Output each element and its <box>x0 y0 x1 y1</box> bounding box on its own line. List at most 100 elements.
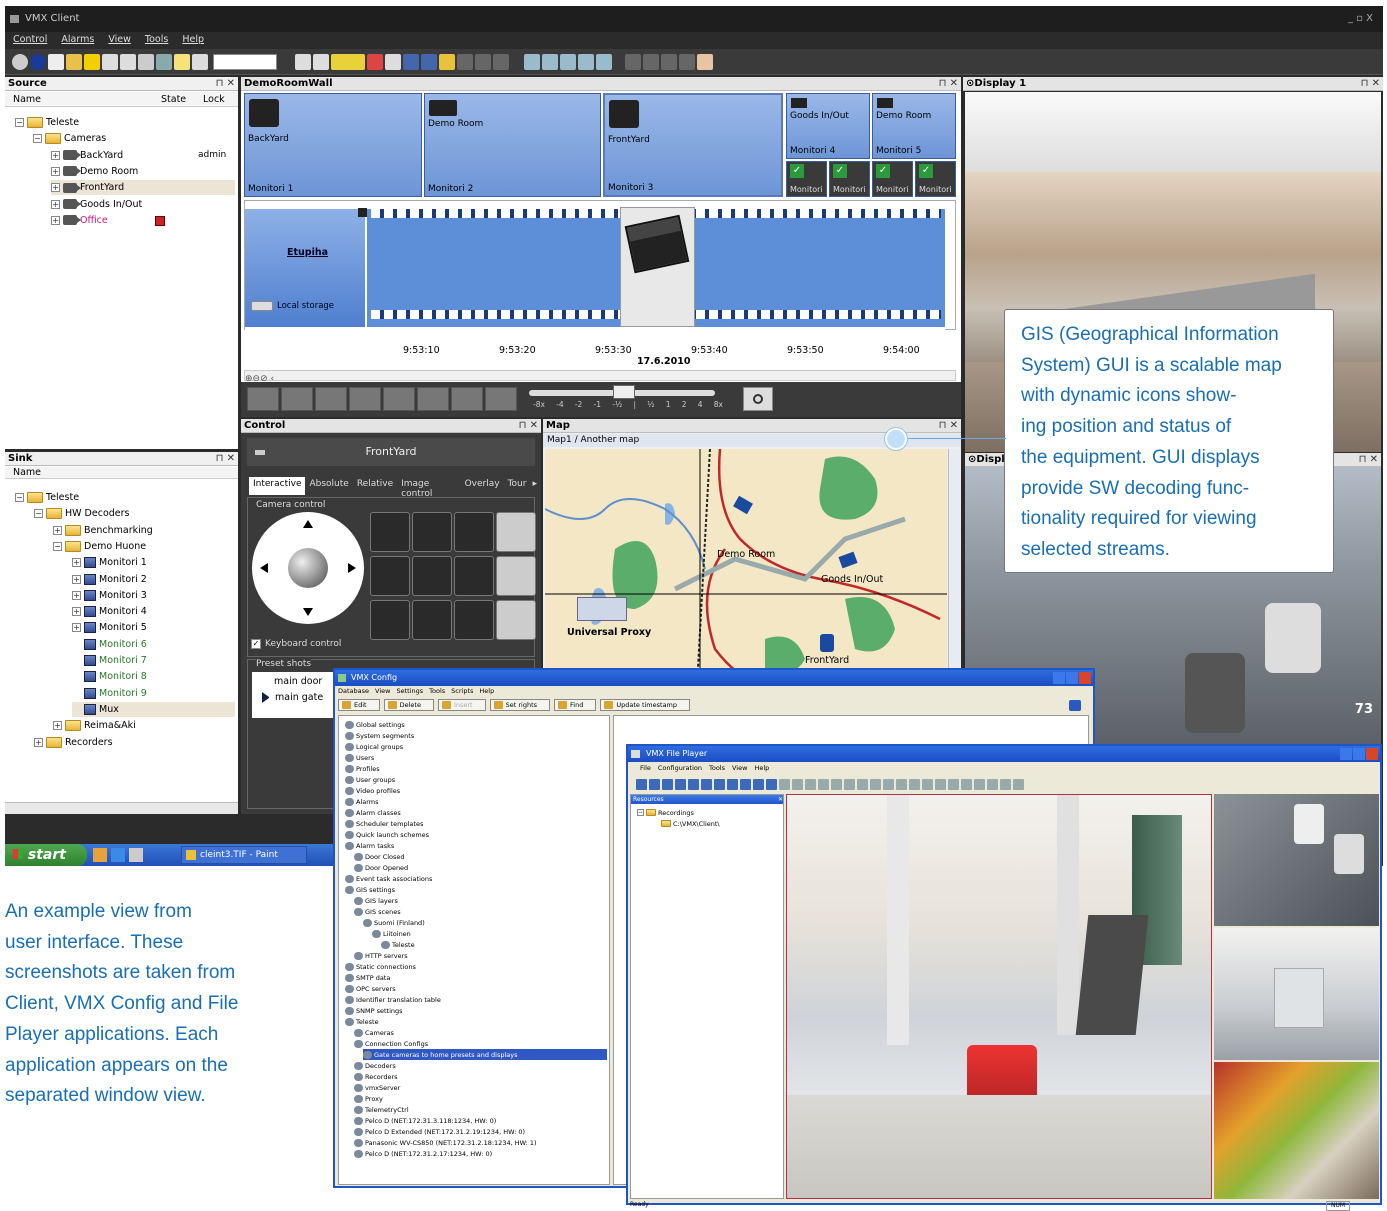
player-toolbar-icon[interactable] <box>662 778 673 790</box>
toolbar-tools-icon[interactable] <box>66 53 82 70</box>
config-help-icon[interactable] <box>1069 700 1081 711</box>
wall-mini-tile[interactable]: ✓ Monitori <box>872 161 913 197</box>
config-tree-item[interactable]: Pelco D (NET:172.31.2.17:1234, HW: 0) <box>354 1148 492 1159</box>
proxy-server-icon[interactable] <box>577 597 627 621</box>
play-fast-icon[interactable] <box>451 387 483 411</box>
sink-hscroll[interactable] <box>5 802 238 814</box>
config-tree-item[interactable]: GIS settings <box>345 884 395 895</box>
tab-interactive[interactable]: Interactive <box>249 477 306 495</box>
toolbar-alarm-icon[interactable] <box>84 53 100 70</box>
config-menu-view[interactable]: View <box>375 687 390 698</box>
collapse-icon[interactable]: − <box>15 493 24 502</box>
tree-item[interactable]: − Teleste <box>15 115 79 130</box>
keyboard-control[interactable]: ✓ Keyboard control <box>251 639 341 649</box>
hand-icon[interactable] <box>439 53 455 70</box>
wall-mini-tile[interactable]: ✓ Monitori <box>915 161 956 197</box>
player-toolbar-icon[interactable] <box>870 778 881 790</box>
preset-item[interactable]: main gate <box>262 692 323 703</box>
config-menu-help[interactable]: Help <box>479 687 494 698</box>
pin-close-icon[interactable]: ⊓ ✕ <box>519 419 538 432</box>
pin-close-icon[interactable]: ⊓ ✕ <box>216 452 235 465</box>
tree-item[interactable]: + Demo Room <box>51 164 138 179</box>
config-tree-item[interactable]: Pelco D (NET:172.31.3.118:1234, HW: 0) <box>354 1115 496 1126</box>
map-ptz-icon[interactable] <box>820 634 834 652</box>
col-name[interactable]: Name <box>13 92 41 107</box>
player-toolbar-icon[interactable] <box>948 778 959 790</box>
config-delete-button[interactable]: Delete <box>383 699 434 711</box>
tab-relative[interactable]: Relative <box>353 477 397 495</box>
stop-icon[interactable] <box>349 387 381 411</box>
lasso-icon[interactable] <box>475 53 491 70</box>
config-tree-item[interactable]: Logical groups <box>345 741 403 752</box>
collapse-icon[interactable] <box>358 208 367 217</box>
config-find-button[interactable]: Find <box>554 699 597 711</box>
expand-icon[interactable]: + <box>51 199 60 209</box>
toolbar-globe-icon[interactable] <box>30 53 46 70</box>
tree-item[interactable]: − HW Decoders <box>34 506 129 521</box>
config-tree-item[interactable]: Cameras <box>354 1027 394 1038</box>
config-menu-database[interactable]: Database <box>338 687 369 698</box>
tree-item[interactable]: Monitori 8 <box>72 669 147 684</box>
pin-close-icon[interactable]: ⊓ ✕ <box>1361 77 1380 90</box>
player-menu-tools[interactable]: Tools <box>709 764 725 775</box>
pin-close-icon[interactable]: ⊓ ✕ <box>939 419 958 432</box>
player-menu-configuration[interactable]: Configuration <box>658 764 702 775</box>
timeline[interactable]: Etupiha Local storage <box>244 200 956 331</box>
config-tree-item[interactable]: Quick launch schemes <box>345 829 429 840</box>
config-menu-tools[interactable]: Tools <box>429 687 445 698</box>
forward-icon[interactable] <box>421 53 437 70</box>
pen-icon[interactable] <box>367 53 383 70</box>
tree-item[interactable]: + Monitori 1 <box>72 555 147 570</box>
config-tree-item[interactable]: Event task associations <box>345 873 432 884</box>
config-insert-button[interactable]: Insert <box>437 699 486 711</box>
pin-close-icon[interactable]: ⊓ ✕ <box>1359 453 1378 466</box>
config-tree-item[interactable]: Alarms <box>345 796 379 807</box>
player-thumb-3[interactable] <box>1214 1062 1379 1199</box>
timeline-name[interactable]: Etupiha <box>287 247 328 258</box>
player-toolbar-icon[interactable] <box>818 778 829 790</box>
player-menu-file[interactable]: File <box>640 764 651 775</box>
config-tree-item[interactable]: Scheduler templates <box>345 818 423 829</box>
expand-icon[interactable]: + <box>72 574 81 584</box>
timeline-hscroll[interactable]: ⊕⊖⊘ ‹ <box>244 370 956 384</box>
window-controls[interactable]: _ ▫ X <box>1348 6 1373 32</box>
measure-icon[interactable] <box>457 53 473 70</box>
config-tree-item[interactable]: User groups <box>345 774 395 785</box>
config-tree-item[interactable]: OPC servers <box>345 983 396 994</box>
tabs-scroll-right-icon[interactable]: ▸ <box>530 477 539 495</box>
collapse-icon[interactable]: − <box>33 134 42 144</box>
pause-icon[interactable] <box>315 387 347 411</box>
tree-item[interactable]: Monitori 6 <box>72 637 147 652</box>
player-toolbar-icon[interactable] <box>1013 778 1024 790</box>
collapse-icon[interactable]: − <box>15 118 24 127</box>
config-tree-item[interactable]: TelemetryCtrl <box>354 1104 409 1115</box>
tree-item[interactable]: + FrontYard <box>51 180 235 196</box>
focus-near-icon[interactable] <box>454 512 494 552</box>
config-tree-item[interactable]: Door Closed <box>354 851 405 862</box>
player-toolbar-icon[interactable] <box>896 778 907 790</box>
player-toolbar-icon[interactable] <box>909 778 920 790</box>
config-tree-item[interactable]: Video profiles <box>345 785 400 796</box>
player-toolbar-icon[interactable] <box>792 778 803 790</box>
tree-item[interactable]: + Office <box>51 213 165 228</box>
expand-icon[interactable]: + <box>51 150 60 160</box>
config-tree-item[interactable]: Teleste <box>381 939 415 950</box>
alarm-icon[interactable] <box>155 215 165 226</box>
config-tree-item[interactable]: Proxy <box>354 1093 383 1104</box>
window-buttons[interactable] <box>1053 672 1091 684</box>
tree-item[interactable]: + Recorders <box>34 735 113 750</box>
config-tree-item[interactable]: SNMP settings <box>345 1005 403 1016</box>
player-toolbar-icon[interactable] <box>883 778 894 790</box>
lock-1-icon[interactable] <box>625 53 641 70</box>
joystick-ball[interactable] <box>288 548 328 588</box>
config-tree-item[interactable]: vmxServer <box>354 1082 400 1093</box>
window-buttons[interactable] <box>1340 748 1378 760</box>
wall-small-tile-1[interactable]: Goods In/Out Monitori 4 <box>786 93 870 159</box>
config-tree-item[interactable]: System segments <box>345 730 414 741</box>
wall-tile-3[interactable]: FrontYard Monitori 3 <box>603 93 783 197</box>
expand-icon[interactable]: + <box>51 183 60 193</box>
config-tree-item[interactable]: GIS layers <box>354 895 398 906</box>
player-toolbar-icon[interactable] <box>636 778 647 790</box>
player-thumb-2[interactable] <box>1214 928 1379 1060</box>
fast-forward-icon[interactable] <box>485 387 517 411</box>
